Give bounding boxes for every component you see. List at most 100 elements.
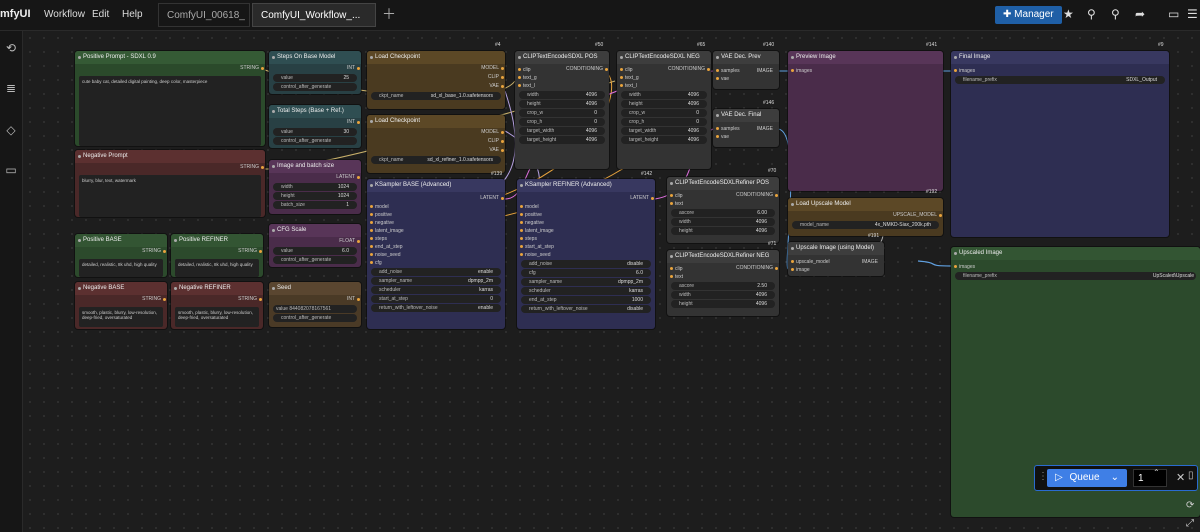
node-title[interactable]: VAE Dec. Final <box>713 109 779 122</box>
prompt-textarea[interactable]: detailed, realistic, 8k uhd, high qualit… <box>79 259 163 277</box>
node-negative-base[interactable]: Negative BASE STRING smooth, plastic, bl… <box>75 282 167 329</box>
input-negative[interactable]: negative <box>517 219 655 227</box>
node-negative-refiner[interactable]: Negative REFINER STRING smooth, plastic,… <box>171 282 263 329</box>
widget-scheduler[interactable]: scheduler karras <box>521 287 651 295</box>
widget-control[interactable]: control_after_generate <box>273 83 357 91</box>
input-steps[interactable]: steps <box>517 235 655 243</box>
node-title[interactable]: Total Steps (Base + Ref.) <box>269 105 361 118</box>
node-load-checkpoint-base[interactable]: Load Checkpoint MODEL CLIP VAE ckpt_name… <box>367 51 505 109</box>
node-title[interactable]: Positive REFINER <box>171 234 263 247</box>
widget-width[interactable]: width 4096 <box>671 291 775 299</box>
star-icon[interactable]: ★ <box>1063 7 1074 21</box>
output-string[interactable]: STRING <box>75 247 167 256</box>
output-float[interactable]: FLOAT <box>269 237 361 246</box>
input-upscale-model[interactable]: upscale_model IMAGE <box>788 258 884 266</box>
queue-count-input[interactable]: 1 <box>1133 469 1167 487</box>
input-samples[interactable]: samples IMAGE <box>713 125 779 133</box>
node-upscale-image[interactable]: Upscale Image (using Model) upscale_mode… <box>788 242 884 276</box>
tab-workflow-2[interactable]: ComfyUI_Workflow_... <box>252 3 376 42</box>
output-clip[interactable]: CLIP <box>367 137 505 146</box>
output-string[interactable]: STRING <box>75 295 167 304</box>
node-title[interactable]: Preview Image <box>788 51 943 64</box>
queue-list-icon[interactable]: ≣ <box>4 81 18 95</box>
widget-height[interactable]: height 4096 <box>621 100 707 108</box>
node-positive-prompt[interactable]: Positive Prompt - SDXL 0.9 STRING cute b… <box>75 51 265 146</box>
node-title[interactable]: Negative Prompt <box>75 150 265 163</box>
input-clip[interactable]: clip <box>515 66 609 74</box>
menu-edit[interactable]: Edit <box>92 9 109 20</box>
node-load-upscale-model[interactable]: Load Upscale Model UPSCALE_MODEL model_n… <box>788 198 943 236</box>
widget-crop-w[interactable]: crop_w 0 <box>621 109 707 117</box>
widget-crop-h[interactable]: crop_h 0 <box>519 118 605 126</box>
graph-canvas[interactable]: Positive Prompt - SDXL 0.9 STRING cute b… <box>23 31 1200 532</box>
node-title[interactable]: CFG Scale <box>269 224 361 237</box>
node-total-steps[interactable]: Total Steps (Base + Ref.) INT value 30 co… <box>269 105 361 148</box>
widget-scheduler[interactable]: scheduler karras <box>371 286 501 294</box>
node-title[interactable]: CLIPTextEncodeSDXLRefiner POS <box>667 177 779 190</box>
input-clip[interactable]: clip <box>617 66 711 74</box>
node-positive-refiner[interactable]: Positive REFINER STRING detailed, realis… <box>171 234 263 277</box>
node-seed[interactable]: Seed INT value 844082078167561 control_a… <box>269 282 361 327</box>
prompt-textarea[interactable]: detailed, realistic, 8k uhd, high qualit… <box>175 259 259 277</box>
input-text-g[interactable]: text_g <box>515 74 609 82</box>
node-negative-prompt[interactable]: Negative Prompt STRING blurry, blur, tex… <box>75 150 265 217</box>
node-steps-base[interactable]: Steps On Base Model INT value 25 control_… <box>269 51 361 94</box>
widget-width[interactable]: width 4096 <box>621 91 707 99</box>
output-string[interactable]: STRING <box>171 247 263 256</box>
input-positive[interactable]: positive <box>517 211 655 219</box>
widget-value[interactable]: value 6.0 <box>273 247 357 255</box>
node-final-image[interactable]: Final Image images filename_prefix SDXL_O… <box>951 51 1169 237</box>
widget-value[interactable]: value 25 <box>273 74 357 82</box>
model-library-icon[interactable]: ⚲ <box>1111 7 1120 21</box>
node-title[interactable]: Image and batch size <box>269 160 361 173</box>
input-text-l[interactable]: text_l <box>515 82 609 90</box>
node-title[interactable]: KSampler REFINER (Advanced) <box>517 179 655 192</box>
widget-batch-size[interactable]: batch_size 1 <box>273 201 357 209</box>
input-vae[interactable]: vae <box>713 75 779 83</box>
node-title[interactable]: Upscale Image (using Model) <box>788 242 884 255</box>
input-negative[interactable]: negative <box>367 219 505 227</box>
widget-sampler-name[interactable]: sampler_name dpmpp_2m <box>521 278 651 286</box>
input-images[interactable]: images <box>788 67 943 75</box>
new-tab-plus-icon[interactable]: ＋ <box>382 4 396 24</box>
widget-target-height[interactable]: target_height 4096 <box>621 136 707 144</box>
node-title[interactable]: VAE Dec. Prev <box>713 51 779 64</box>
widget-return-with-leftover-noise[interactable]: return_with_leftover_noise enable <box>371 304 501 312</box>
widget-height[interactable]: height 4096 <box>671 300 775 308</box>
share-icon[interactable]: ➦ <box>1135 7 1145 21</box>
widget-end-at-step[interactable]: end_at_step 1000 <box>521 296 651 304</box>
output-int[interactable]: INT <box>269 295 361 304</box>
widget-crop-w[interactable]: crop_w 0 <box>519 109 605 117</box>
output-vae[interactable]: VAE <box>367 146 505 155</box>
widget-ckpt-name[interactable]: ckpt_name sd_xl_base_1.0.safetensors <box>371 92 501 100</box>
cube-icon[interactable]: ◇ <box>4 123 18 137</box>
prompt-textarea[interactable]: blurry, blur, text, watermark <box>79 175 261 217</box>
node-title[interactable]: CLIPTextEncodeSDXL NEG <box>617 51 711 64</box>
widget-start-at-step[interactable]: start_at_step 0 <box>371 295 501 303</box>
menu-workflow[interactable]: Workflow <box>44 9 85 20</box>
output-model[interactable]: MODEL <box>367 128 505 137</box>
widget-target-width[interactable]: target_width 4096 <box>519 127 605 135</box>
widget-target-width[interactable]: target_width 4096 <box>621 127 707 135</box>
widget-return-with-leftover-noise[interactable]: return_with_leftover_noise disable <box>521 305 651 313</box>
input-latent-image[interactable]: latent_image <box>517 227 655 235</box>
node-cfg-scale[interactable]: CFG Scale FLOAT value 6.0 control_after_g… <box>269 224 361 267</box>
output-latent[interactable]: LATENT <box>367 194 505 203</box>
input-end-at-step[interactable]: end_at_step <box>367 243 505 251</box>
node-title[interactable]: Final Image <box>951 51 1169 64</box>
node-title[interactable]: CLIPTextEncodeSDXLRefiner NEG <box>667 250 779 263</box>
node-title[interactable]: Steps On Base Model <box>269 51 361 64</box>
output-upscale-model[interactable]: UPSCALE_MODEL <box>788 211 943 220</box>
input-text[interactable]: text <box>667 273 779 281</box>
output-latent[interactable]: LATENT <box>269 173 361 182</box>
widget-height[interactable]: height 4096 <box>519 100 605 108</box>
input-image[interactable]: image <box>788 266 884 274</box>
sidebar-panel-icon[interactable]: ▯ <box>1188 470 1194 481</box>
input-text-l[interactable]: text_l <box>617 82 711 90</box>
widget-filename-prefix[interactable]: filename_prefix UpScaled\Upscale <box>955 272 1196 280</box>
node-title[interactable]: Load Checkpoint <box>367 51 505 64</box>
node-title[interactable]: Negative BASE <box>75 282 167 295</box>
fit-view-icon[interactable]: ⤢ <box>1186 518 1194 529</box>
menu-help[interactable]: Help <box>122 9 143 20</box>
node-library-icon[interactable]: ⚲ <box>1087 7 1096 21</box>
